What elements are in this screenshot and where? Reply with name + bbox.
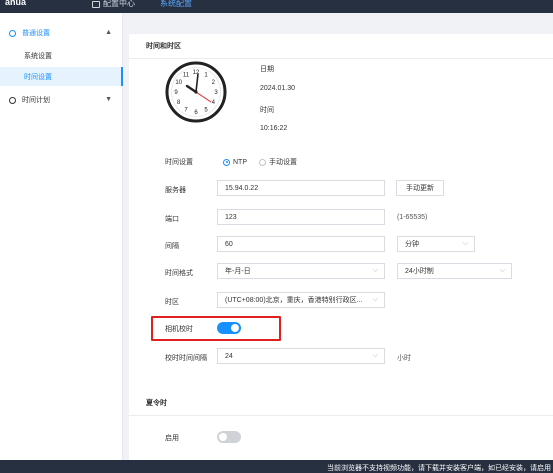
interval-unit-value: 分钟: [405, 241, 419, 248]
main-content: 时间和时区 12 1 2 3 4 5 6 7 8 9 10 11 日期 2024.01.30 时间 1…: [123, 13, 553, 460]
time-setting-label: 时间设置: [165, 159, 193, 166]
sidebar-group-time-schedule[interactable]: 时间计划 ▼: [0, 92, 123, 108]
timezone-value: (UTC+08:00)北京，重庆，香港特别行政区...: [225, 297, 363, 304]
time-setting-radio-group: NTP 手动设置: [223, 157, 297, 167]
server-input[interactable]: 15.94.0.22: [217, 180, 385, 196]
nav-config-center-label: 配置中心: [103, 0, 135, 8]
server-label: 服务器: [165, 187, 186, 194]
interval-label: 间隔: [165, 243, 179, 250]
manual-update-button[interactable]: 手动更新: [396, 180, 444, 196]
date-format-value: 年-月-日: [225, 268, 251, 275]
date-label: 日期: [260, 66, 274, 73]
radio-ntp-label: NTP: [233, 158, 247, 166]
radio-dot: [259, 158, 266, 166]
sidebar-item-system-settings[interactable]: 系统设置: [0, 46, 123, 65]
dst-enable-label: 启用: [165, 435, 179, 442]
clock-numeral: 11: [183, 73, 190, 79]
sidebar-item-label: 系统设置: [24, 52, 52, 60]
bottom-notice-bar: 当前浏览器不支持视频功能，请下载并安装客户端，如已经安装，请启用: [0, 460, 553, 473]
port-input-value: 123: [225, 213, 237, 221]
chevron-down-icon: ⌵: [372, 352, 378, 359]
radio-dot: [223, 158, 230, 166]
highlight-box: [151, 316, 281, 341]
clock-numeral: 10: [175, 80, 182, 86]
interval-input-value: 60: [225, 240, 233, 248]
toggle-knob: [219, 433, 227, 441]
radio-ntp[interactable]: NTP: [223, 158, 247, 166]
sidebar-group-label: 普通设置: [22, 30, 50, 37]
port-input[interactable]: 123: [217, 209, 385, 225]
time-format-label: 时间格式: [165, 270, 193, 277]
panel-title: 时间和时区: [129, 34, 553, 59]
chevron-down-icon: ⌵: [372, 296, 378, 303]
chevron-down-icon: ⌵: [372, 267, 378, 274]
time-label: 时间: [260, 107, 274, 114]
timezone-label: 时区: [165, 299, 179, 306]
hour-format-value: 24小时制: [405, 268, 434, 275]
nav-system-config-label: 系统配置: [160, 0, 192, 8]
interval-unit-select[interactable]: 分钟 ⌵: [397, 236, 475, 252]
radio-manual-label: 手动设置: [269, 159, 297, 166]
chevron-up-icon: ▲: [105, 29, 112, 36]
chevron-down-icon: ▼: [105, 96, 112, 103]
sync-interval-unit: 小时: [397, 355, 411, 362]
timezone-select[interactable]: (UTC+08:00)北京，重庆，香港特别行政区... ⌵: [217, 292, 385, 308]
settings-circle-icon: [9, 29, 16, 37]
top-bar: ahua 配置中心 系统配置: [0, 0, 553, 13]
analog-clock: 12 1234567891011: [165, 61, 227, 123]
nav-system-config[interactable]: 系统配置: [160, 0, 192, 9]
time-value: 10:16:22: [260, 125, 288, 132]
panel-title: 夏令时: [129, 391, 553, 416]
nav-config-center[interactable]: 配置中心: [92, 0, 135, 9]
server-input-value: 15.94.0.22: [225, 184, 259, 192]
dst-enable-toggle[interactable]: [217, 431, 241, 443]
sync-interval-value: 24: [225, 352, 233, 360]
sidebar-item-time-settings[interactable]: 时间设置: [0, 67, 123, 86]
date-format-select[interactable]: 年-月-日 ⌵: [217, 263, 385, 279]
chevron-down-icon: ⌵: [462, 240, 468, 247]
sidebar-group-general[interactable]: 普通设置 ▲: [0, 25, 123, 41]
sidebar-item-label: 时间设置: [24, 73, 52, 81]
port-range-hint: (1-65535): [397, 214, 428, 221]
hour-format-select[interactable]: 24小时制 ⌵: [397, 263, 512, 279]
dst-panel: 夏令时 启用: [129, 391, 553, 460]
interval-input[interactable]: 60: [217, 236, 385, 252]
clock-numeral: 12: [193, 70, 200, 76]
chevron-down-icon: ⌵: [499, 267, 505, 274]
brand-logo: ahua: [5, 0, 27, 7]
clock-icon: [9, 96, 16, 104]
radio-manual[interactable]: 手动设置: [259, 157, 297, 167]
port-label: 端口: [165, 216, 179, 223]
date-value: 2024.01.30: [260, 85, 296, 92]
sync-interval-select[interactable]: 24 ⌵: [217, 348, 385, 364]
plugin-notice-text[interactable]: 当前浏览器不支持视频功能，请下载并安装客户端，如已经安装，请启用: [327, 463, 551, 473]
monitor-icon: [92, 0, 100, 8]
sync-interval-label: 校时时间间隔: [165, 355, 207, 362]
sidebar: 普通设置 ▲ 系统设置 时间设置 时间计划 ▼: [0, 13, 123, 460]
sidebar-group-label: 时间计划: [22, 97, 50, 104]
